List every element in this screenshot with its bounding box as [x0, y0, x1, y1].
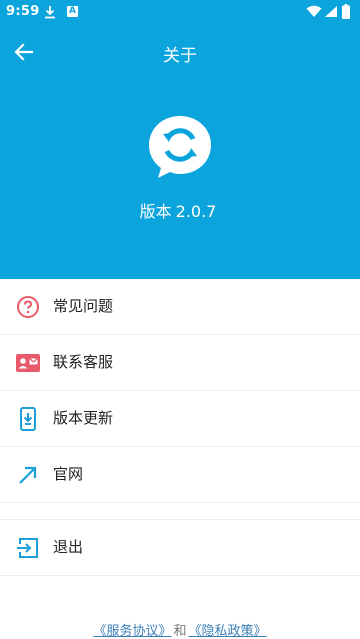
- menu-item-version-update[interactable]: 版本更新: [0, 391, 360, 447]
- battery-icon: [342, 4, 350, 19]
- menu-item-contact-support[interactable]: 联系客服: [0, 335, 360, 391]
- page-title: 关于: [163, 46, 197, 66]
- wifi-icon: [306, 5, 322, 17]
- conjunction-text: 和: [173, 624, 187, 639]
- phone-download-icon: [20, 407, 36, 431]
- menu-item-website[interactable]: 官网: [0, 447, 360, 503]
- notification-icon: A: [67, 6, 78, 17]
- download-icon: [45, 6, 55, 19]
- menu-item-label: 联系客服: [53, 353, 114, 371]
- version-number: 2.0.7: [175, 202, 217, 221]
- menu-item-label: 官网: [53, 465, 84, 483]
- contact-card-icon: [16, 354, 40, 372]
- version-text: 版本 2.0.7: [0, 198, 360, 222]
- menu-item-logout[interactable]: 退出: [0, 520, 360, 576]
- exit-icon: [17, 538, 38, 558]
- app-bar: 关于: [0, 24, 360, 81]
- settings-menu: 常见问题 联系客服 版本更新 官网 退出: [0, 279, 360, 576]
- app-info-header: 版本 2.0.7: [0, 80, 360, 279]
- menu-item-faq[interactable]: 常见问题: [0, 279, 360, 335]
- status-time: 9:59: [6, 4, 40, 19]
- status-bar: 9:59 A: [0, 0, 360, 24]
- menu-item-label: 退出: [53, 538, 84, 556]
- arrow-up-right-icon: [19, 466, 37, 484]
- app-logo-icon: [149, 116, 211, 178]
- version-prefix: 版本: [139, 202, 172, 221]
- section-divider: [0, 503, 360, 520]
- signal-icon: [325, 6, 337, 17]
- menu-item-label: 常见问题: [53, 297, 114, 315]
- privacy-policy-link[interactable]: 《隐私政策》: [189, 624, 267, 639]
- terms-of-service-link[interactable]: 《服务协议》: [93, 624, 171, 639]
- legal-links: 《服务协议》和《隐私政策》: [0, 620, 360, 639]
- question-circle-icon: [17, 296, 39, 318]
- menu-item-label: 版本更新: [53, 409, 114, 427]
